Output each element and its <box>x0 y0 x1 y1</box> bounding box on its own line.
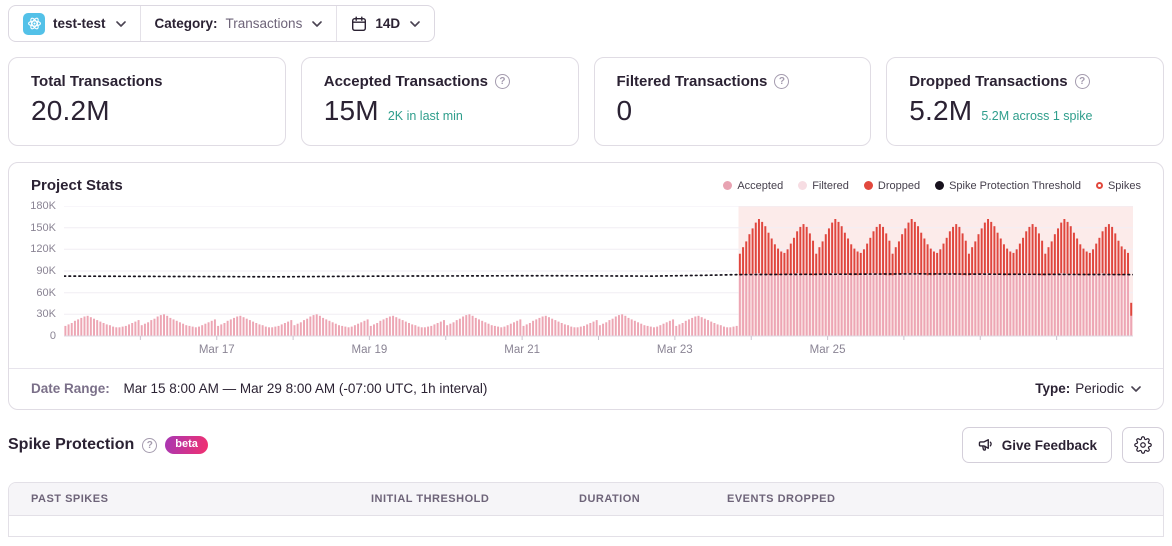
x-axis-label: Mar 25 <box>809 344 846 356</box>
y-axis-label: 30K <box>36 308 56 321</box>
date-range-value: Mar 15 8:00 AM — Mar 29 8:00 AM (-07:00 … <box>123 381 488 396</box>
card-value: 20.2M <box>31 95 110 126</box>
help-icon[interactable]: ? <box>494 74 510 89</box>
column-header-past-spikes: Past Spikes <box>31 493 109 505</box>
chevron-down-icon <box>312 20 323 27</box>
card-value: 0 <box>616 95 633 126</box>
y-axis-label: 0 <box>49 330 56 342</box>
period-value: 14D <box>375 16 401 31</box>
spike-protection-title: Spike Protection <box>8 436 135 453</box>
type-selector[interactable]: Type: Periodic <box>1035 381 1141 396</box>
column-header-initial-threshold: Initial Threshold <box>371 493 490 505</box>
calendar-icon <box>351 16 367 32</box>
spike-protection-header-row: Spike Protection ? beta Give Feedback <box>8 427 1164 463</box>
date-period-selector[interactable]: 14D <box>336 6 434 41</box>
settings-button[interactable] <box>1122 427 1164 463</box>
legend-ring-icon <box>1095 182 1103 189</box>
top-selector-bar: test-test Category: Transactions 14D <box>8 5 436 42</box>
legend-dot-icon <box>863 181 873 190</box>
x-axis-label: Mar 19 <box>351 344 388 356</box>
type-value: Periodic <box>1075 381 1124 396</box>
card-subtext: 5.2M across 1 spike <box>981 109 1093 123</box>
help-icon[interactable]: ? <box>1074 74 1090 89</box>
y-axis-label: 60K <box>36 286 56 299</box>
legend-label: Spikes <box>1107 179 1141 192</box>
beta-badge: beta <box>165 436 208 454</box>
page: test-test Category: Transactions 14D Tot… <box>0 0 1172 537</box>
chevron-down-icon <box>410 20 420 27</box>
card-dropped-transactions: Dropped Transactions ? 5.2M 5.2M across … <box>886 57 1164 146</box>
react-atom-icon <box>23 12 45 35</box>
legend-item-spikes[interactable]: Spikes <box>1095 179 1141 192</box>
legend-dot-icon <box>935 181 945 190</box>
category-value: Transactions <box>225 16 303 31</box>
type-label: Type: <box>1035 381 1071 396</box>
y-axis-label: 120K <box>30 243 56 256</box>
legend-item-threshold[interactable]: Spike Protection Threshold <box>935 180 1081 192</box>
help-icon[interactable]: ? <box>142 437 158 453</box>
legend-label: Spike Protection Threshold <box>949 179 1081 192</box>
project-name: test-test <box>53 16 106 31</box>
chart-y-axis: 180K 150K 120K 90K 60K 30K 0 <box>9 200 64 342</box>
card-title: Filtered Transactions <box>616 73 768 90</box>
chart-legend: Accepted Filtered Dropped Spike Protecti… <box>723 180 1141 192</box>
past-spikes-table: Past Spikes Initial Threshold Duration E… <box>8 482 1164 537</box>
card-value: 15M <box>323 95 379 126</box>
give-feedback-button[interactable]: Give Feedback <box>961 427 1112 463</box>
stat-cards-row: Total Transactions 20.2M Accepted Transa… <box>8 57 1164 146</box>
help-icon[interactable]: ? <box>774 74 790 89</box>
give-feedback-label: Give Feedback <box>1001 437 1097 453</box>
chart-title: Project Stats <box>31 177 123 194</box>
card-title: Accepted Transactions <box>323 73 488 90</box>
chevron-down-icon <box>1131 385 1141 392</box>
card-accepted-transactions: Accepted Transactions ? 15M 2K in last m… <box>300 57 579 146</box>
card-subtext: 2K in last min <box>387 109 463 123</box>
y-axis-label: 150K <box>30 221 56 234</box>
gear-icon <box>1134 436 1152 454</box>
card-value: 5.2M <box>909 95 973 126</box>
x-axis-label: Mar 21 <box>504 344 541 356</box>
legend-label: Dropped <box>877 179 921 192</box>
y-axis-label: 180K <box>30 200 56 212</box>
legend-dot-icon <box>798 181 808 190</box>
chart-x-axis: Mar 17 Mar 19 Mar 21 Mar 23 Mar 25 <box>64 342 1133 360</box>
card-title: Total Transactions <box>31 73 163 90</box>
legend-label: Accepted <box>737 179 784 192</box>
table-header-row: Past Spikes Initial Threshold Duration E… <box>9 483 1163 516</box>
card-total-transactions: Total Transactions 20.2M <box>8 57 286 146</box>
date-range-label: Date Range: <box>31 381 110 396</box>
column-header-events-dropped: Events Dropped <box>727 493 836 505</box>
megaphone-icon <box>977 437 994 454</box>
project-stats-chart[interactable] <box>64 206 1133 342</box>
y-axis-label: 90K <box>36 265 56 277</box>
project-selector[interactable]: test-test <box>9 6 140 41</box>
category-label: Category: <box>154 16 218 31</box>
legend-item-dropped[interactable]: Dropped <box>863 179 921 192</box>
card-filtered-transactions: Filtered Transactions ? 0 <box>593 57 872 146</box>
chevron-down-icon <box>115 20 126 27</box>
table-body <box>9 516 1163 536</box>
chart-footer: Date Range: Mar 15 8:00 AM — Mar 29 8:00… <box>9 368 1163 409</box>
category-selector[interactable]: Category: Transactions <box>139 6 337 41</box>
project-stats-card: Project Stats Accepted Filtered Dropped … <box>8 162 1164 410</box>
x-axis-label: Mar 17 <box>198 344 235 356</box>
column-header-duration: Duration <box>579 493 641 505</box>
legend-label: Filtered <box>812 179 849 192</box>
x-axis-label: Mar 23 <box>656 344 693 356</box>
legend-item-filtered[interactable]: Filtered <box>798 180 849 192</box>
legend-item-accepted[interactable]: Accepted <box>723 180 783 192</box>
card-title: Dropped Transactions <box>909 73 1068 90</box>
legend-dot-icon <box>723 181 733 190</box>
